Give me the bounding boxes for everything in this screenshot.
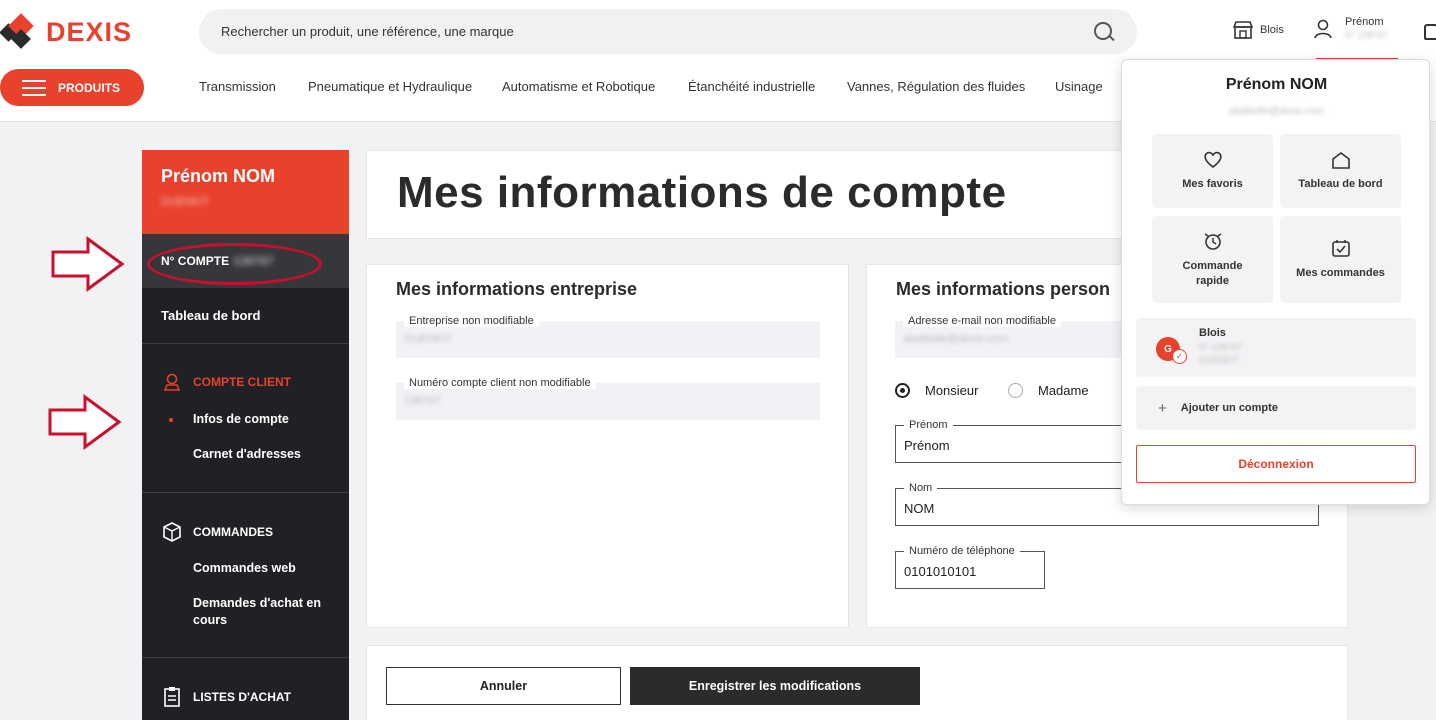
plus-icon: +	[1158, 399, 1167, 417]
user-icon	[1314, 19, 1332, 39]
dexis-logo[interactable]: DEXIS	[0, 13, 140, 50]
logo-mark	[0, 13, 40, 50]
add-account-label: Ajouter un compte	[1180, 402, 1278, 414]
search-icon[interactable]	[1093, 21, 1115, 43]
current-account-card[interactable]: G ✓ Blois N° 138767 DUENKIT	[1136, 318, 1416, 377]
check-icon: ✓	[1172, 349, 1187, 364]
phone-field[interactable]: Numéro de téléphone 0101010101	[895, 545, 1045, 589]
cart-icon[interactable]	[1424, 24, 1436, 40]
radio-unselected-icon	[1008, 383, 1023, 398]
sidebar-user-name: Prénom NOM	[161, 166, 276, 186]
account-sidebar: Prénom NOM DUENKIT N° COMPTE 138767 Tabl…	[142, 150, 349, 720]
store-selector[interactable]: Blois	[1232, 20, 1284, 40]
sidebar-user-block: Prénom NOM DUENKIT	[142, 150, 349, 234]
box-check-icon	[1331, 240, 1350, 257]
products-label: PRODUITS	[58, 80, 121, 95]
nav-category-pneumatique[interactable]: Pneumatique et Hydraulique	[308, 79, 472, 94]
search-bar[interactable]: Rechercher un produit, une référence, un…	[199, 9, 1137, 54]
clipboard-icon	[164, 687, 180, 707]
sidebar-item-infos-compte[interactable]: Infos de compte	[193, 411, 289, 428]
nav-category-vannes[interactable]: Vannes, Régulation des fluides	[847, 79, 1025, 94]
tile-favoris[interactable]: Mes favoris	[1152, 134, 1273, 208]
heart-icon	[1203, 151, 1222, 168]
search-placeholder: Rechercher un produit, une référence, un…	[221, 24, 514, 39]
products-menu-button[interactable]: PRODUITS	[0, 69, 144, 106]
tile-mes-commandes[interactable]: Mes commandes	[1280, 216, 1401, 303]
radio-monsieur[interactable]: Monsieur	[895, 383, 978, 398]
user-badge-icon	[163, 373, 181, 391]
sidebar-item-demandes-achat[interactable]: Demandes d'achat en cours	[193, 595, 333, 629]
compte-client-label: COMPTE CLIENT	[193, 375, 291, 389]
tile-tableau-de-bord[interactable]: Tableau de bord	[1280, 134, 1401, 208]
hamburger-icon	[22, 79, 46, 96]
save-button[interactable]: Enregistrer les modifications	[630, 667, 920, 705]
tile-mes-commandes-label: Mes commandes	[1296, 267, 1385, 279]
nav-category-etancheite[interactable]: Étanchéité industrielle	[688, 79, 815, 94]
client-number-label: Numéro compte client non modifiable	[404, 377, 596, 389]
sidebar-user-code: DUENKIT	[161, 196, 210, 208]
highlight-circle	[147, 243, 322, 285]
logout-button[interactable]: Déconnexion	[1136, 445, 1416, 483]
lastname-label: Nom	[904, 482, 938, 494]
client-number-value: 138767	[404, 395, 441, 407]
home-icon	[1331, 151, 1350, 169]
sidebar-section-compte-client[interactable]: COMPTE CLIENT	[161, 372, 291, 392]
commandes-label: COMMANDES	[193, 525, 273, 539]
dropdown-user-name: Prénom NOM	[1225, 76, 1328, 93]
store-icon	[1232, 21, 1254, 39]
page-title: Mes informations de compte	[397, 168, 1007, 217]
nav-category-usinage[interactable]: Usinage	[1055, 79, 1103, 94]
user-firstname: Prénom	[1345, 16, 1384, 28]
sidebar-section-commandes[interactable]: COMMANDES	[161, 521, 273, 543]
box-icon	[163, 522, 181, 542]
annotation-arrow-icon	[51, 236, 125, 292]
account-name: Blois	[1199, 327, 1226, 339]
account-number-line: N° 138767	[1199, 342, 1242, 352]
radio-madame[interactable]: Madame	[1008, 383, 1089, 398]
sidebar-item-commandes-web[interactable]: Commandes web	[193, 560, 296, 577]
sidebar-divider	[142, 492, 349, 493]
firstname-value: Prénom	[904, 438, 950, 453]
sidebar-item-dashboard[interactable]: Tableau de bord	[161, 308, 260, 323]
sidebar-account-number: N° COMPTE 138767	[142, 234, 349, 288]
cancel-button[interactable]: Annuler	[386, 667, 621, 705]
store-label: Blois	[1260, 24, 1284, 36]
radio-selected-icon	[895, 383, 910, 398]
account-company-line: DUENKIT	[1199, 355, 1239, 365]
logo-text: DEXIS	[46, 16, 133, 47]
title-card: Mes informations de compte	[366, 150, 1126, 239]
add-account-button[interactable]: + Ajouter un compte	[1136, 386, 1416, 430]
nav-category-automatisme[interactable]: Automatisme et Robotique	[502, 79, 655, 94]
radio-madame-label: Madame	[1038, 383, 1089, 398]
phone-value: 0101010101	[904, 564, 977, 579]
lastname-value: NOM	[904, 501, 935, 516]
radio-monsieur-label: Monsieur	[925, 383, 979, 398]
user-dropdown-panel: Prénom NOM abalbelle@dexis.com Mes favor…	[1121, 59, 1430, 505]
firstname-label: Prénom	[904, 419, 953, 431]
client-number-field: Numéro compte client non modifiable 1387…	[396, 377, 820, 420]
company-field-value: DUENKIT	[404, 333, 453, 345]
sidebar-divider	[142, 657, 349, 658]
quick-order-icon	[1204, 232, 1221, 250]
company-field: Entreprise non modifiable DUENKIT	[396, 315, 820, 358]
tile-favoris-label: Mes favoris	[1182, 177, 1243, 190]
sidebar-item-carnet-adresses[interactable]: Carnet d'adresses	[193, 446, 301, 463]
user-menu[interactable]: Prénom N° 138767	[1313, 16, 1388, 42]
phone-label: Numéro de téléphone	[904, 545, 1020, 557]
email-field-label: Adresse e-mail non modifiable	[903, 315, 1061, 327]
active-dot	[169, 418, 173, 422]
tile-commande-rapide[interactable]: Commande rapide	[1152, 216, 1273, 303]
email-field-value: abalbelle@dexis.com	[903, 333, 1008, 345]
sidebar-divider	[142, 343, 349, 344]
enterprise-heading: Mes informations entreprise	[396, 279, 638, 299]
tile-commande-rapide-label: Commande rapide	[1182, 259, 1243, 287]
company-field-label: Entreprise non modifiable	[404, 315, 539, 327]
nav-category-transmission[interactable]: Transmission	[199, 79, 276, 94]
dropdown-user-email: abalbelle@dexis.com	[1228, 106, 1325, 117]
tile-tableau-label: Tableau de bord	[1298, 177, 1383, 190]
user-subline: N° 138767	[1345, 30, 1388, 40]
annotation-arrow-icon	[48, 394, 122, 450]
sidebar-section-listes-achat[interactable]: LISTES D'ACHAT	[161, 686, 291, 708]
listes-achat-label: LISTES D'ACHAT	[193, 690, 291, 704]
